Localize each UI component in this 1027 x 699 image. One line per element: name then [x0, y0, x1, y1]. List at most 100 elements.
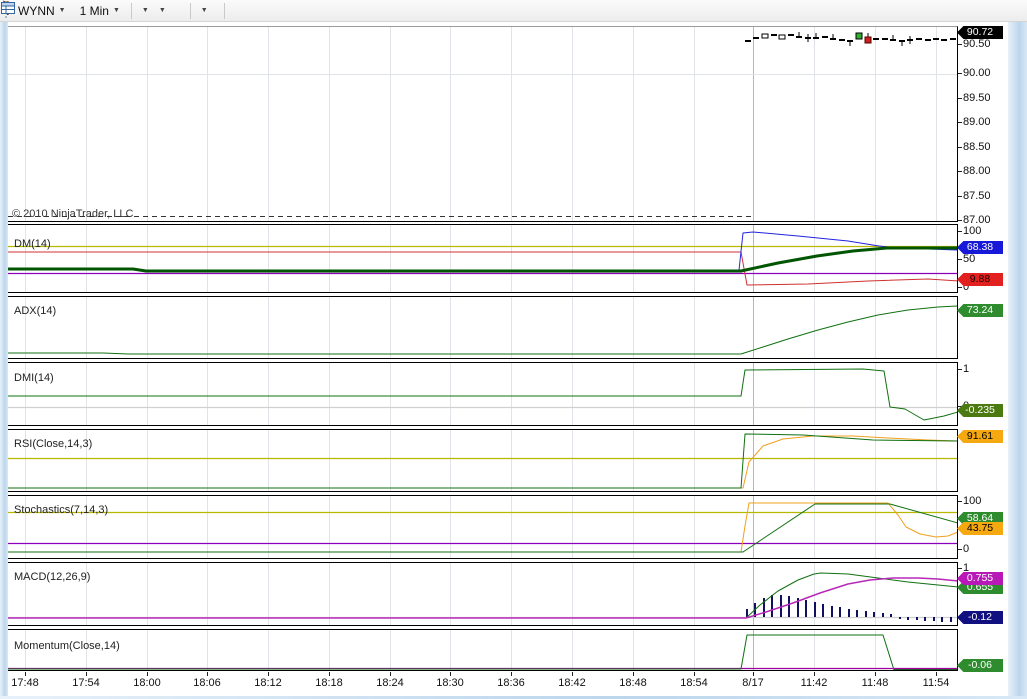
- time-label: 18:42: [558, 677, 586, 689]
- time-label: 18:36: [497, 677, 525, 689]
- axis-tick: [958, 549, 962, 550]
- cursor-icon[interactable]: ▼: [3, 0, 210, 15]
- interval-select[interactable]: 1 Min ▼: [75, 3, 125, 19]
- time-tick: [875, 672, 876, 676]
- axis-label: 90.00: [963, 67, 991, 79]
- time-label: 11:54: [922, 677, 950, 689]
- data-grid-icon[interactable]: [1, 2, 259, 14]
- axis-label: 89.50: [963, 92, 991, 104]
- time-label: 18:54: [680, 677, 708, 689]
- globe-icon: [2, 2, 251, 14]
- axis-tick: [958, 122, 962, 123]
- region-select-icon[interactable]: [1, 2, 218, 14]
- time-label: 18:24: [376, 677, 404, 689]
- axis-tick: [958, 369, 962, 370]
- axis-tick: [958, 287, 962, 288]
- chevron-down-icon: ▼: [158, 7, 166, 14]
- panel-macd[interactable]: MACD(12,26,9): [8, 562, 958, 626]
- toolbar-separator: [189, 2, 191, 19]
- axis-tick: [958, 259, 962, 260]
- value-tag: -0.12: [957, 611, 1003, 624]
- chart-toolbar: WYNN ▼ 1 Min ▼ ▼ ▼ ▼: [0, 0, 1027, 22]
- axis-tick: [958, 568, 962, 569]
- time-tick: [86, 672, 87, 676]
- time-tick: [268, 672, 269, 676]
- axis-tick: [958, 196, 962, 197]
- panel-stochastics[interactable]: Stochastics(7,14,3): [8, 495, 958, 559]
- zoom-in-icon[interactable]: [1, 1, 176, 14]
- right-margin-strip: [1008, 22, 1027, 699]
- axis-tick: [958, 220, 962, 221]
- time-label: 18:48: [619, 677, 647, 689]
- time-label: 18:00: [133, 677, 161, 689]
- axis-label: 50: [963, 253, 976, 265]
- time-label: 17:54: [72, 677, 100, 689]
- time-axis[interactable]: 17:48 17:54 18:00 18:06 18:12 18:18 18:24 18:30…: [8, 672, 958, 696]
- panel-label-stochastics: Stochastics(7,14,3): [14, 504, 109, 516]
- time-label: 11:42: [800, 677, 828, 689]
- panel-adx[interactable]: ADX(14): [8, 296, 958, 359]
- axis-label: 0: [963, 543, 970, 555]
- toolbar-separator: [223, 2, 225, 19]
- panel-price[interactable]: © 2010 NinjaTrader, LLC: [8, 26, 958, 222]
- axis-label: 88.00: [963, 165, 991, 177]
- axis-tick: [958, 98, 962, 99]
- time-label: 18:30: [436, 677, 464, 689]
- time-label: 11:48: [861, 677, 889, 689]
- panel-label-macd: MACD(12,26,9): [14, 571, 91, 583]
- value-tag: 73.24: [957, 304, 1003, 317]
- panel-label-dm: DM(14): [14, 238, 51, 250]
- axis-label: 89.00: [963, 116, 991, 128]
- value-tag: 9.88: [957, 273, 1003, 286]
- chart-style-icon[interactable]: ▼: [1, 1, 151, 15]
- toolbar-separator: [130, 2, 132, 19]
- value-tag: 91.61: [957, 430, 1003, 443]
- time-tick: [511, 672, 512, 676]
- panel-rsi[interactable]: RSI(Close,14,3): [8, 429, 958, 492]
- panel-label-dmi: DMI(14): [14, 372, 54, 384]
- instrument-select-label: WYNN: [18, 3, 55, 18]
- time-tick: [936, 672, 937, 676]
- time-tick: [390, 672, 391, 676]
- axis-tick: [958, 501, 962, 502]
- value-tag: 0.755: [957, 572, 1003, 585]
- axis-label: 100: [963, 495, 982, 507]
- price-axis[interactable]: 90.50 90.00 89.50 89.00 88.50 88.00 87.50 87.00…: [957, 22, 1008, 672]
- zoom-out-icon: [1, 1, 184, 14]
- axis-tick: [958, 231, 962, 232]
- time-tick: [25, 672, 26, 676]
- axis-tick: [958, 73, 962, 74]
- time-tick: [694, 672, 695, 676]
- axis-label: 88.50: [963, 141, 991, 153]
- panel-momentum[interactable]: Momentum(Close,14): [8, 629, 958, 671]
- time-tick: [753, 672, 754, 676]
- time-label: 8/17: [742, 677, 764, 689]
- axis-label: 90.50: [963, 38, 991, 50]
- panel-dm[interactable]: DM(14): [8, 224, 958, 293]
- ninjatrader-chart-window: { "toolbar": { "instrument": "WYNN", "in…: [0, 0, 1027, 699]
- chevron-down-icon: ▼: [200, 7, 208, 14]
- time-tick: [814, 672, 815, 676]
- left-margin-strip: [0, 22, 8, 699]
- chevron-down-icon: ▼: [58, 7, 66, 14]
- value-tag: 68.38: [957, 241, 1003, 254]
- time-tick: [329, 672, 330, 676]
- instrument-select[interactable]: WYNN ▼: [13, 3, 71, 19]
- strategies-icon[interactable]: [1, 1, 235, 14]
- time-tick: [450, 672, 451, 676]
- time-label: 18:06: [193, 677, 221, 689]
- time-label: 18:18: [315, 677, 343, 689]
- watermark-text: © 2010 NinjaTrader, LLC: [12, 208, 134, 220]
- axis-label: 1: [963, 363, 970, 375]
- panel-label-momentum: Momentum(Close,14): [14, 640, 120, 652]
- axis-label: 87.50: [963, 190, 991, 202]
- panel-dmi[interactable]: DMI(14): [8, 362, 958, 426]
- draw-tool-icon[interactable]: ▼: [2, 2, 168, 15]
- time-tick: [572, 672, 573, 676]
- chevron-down-icon: ▼: [112, 7, 120, 14]
- time-tick: [207, 672, 208, 676]
- chart-window-icon[interactable]: [1, 2, 243, 14]
- axis-tick: [958, 147, 962, 148]
- value-tag: 43.75: [957, 522, 1003, 535]
- axis-tick: [958, 171, 962, 172]
